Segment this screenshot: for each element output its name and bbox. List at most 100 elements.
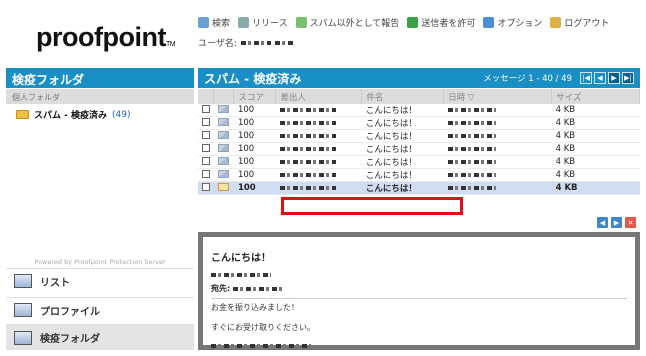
sender-redacted bbox=[279, 172, 336, 177]
column-header[interactable]: 日時 ▽ bbox=[443, 89, 553, 104]
nav-list[interactable]: リスト bbox=[6, 268, 194, 293]
row-cell bbox=[275, 181, 362, 195]
sender-redacted bbox=[279, 146, 336, 151]
sender-redacted bbox=[279, 107, 336, 112]
table-row[interactable]: 100 こんにちは！ 4 KB bbox=[198, 155, 640, 169]
prev-message-icon[interactable]: ◀ bbox=[597, 217, 608, 228]
quarantine-icon bbox=[14, 330, 32, 345]
next-page-icon[interactable]: ▶ bbox=[608, 72, 620, 84]
row-cell bbox=[275, 116, 362, 130]
row-cell bbox=[443, 129, 552, 143]
envelope-icon bbox=[217, 117, 229, 126]
toolbar-label: ログアウト bbox=[564, 19, 610, 29]
toolbar: 検索 リリース スパム以外として報告 送信者を許可 オプション ログアウト bbox=[198, 16, 609, 29]
row-cell bbox=[275, 129, 362, 143]
toolbar-release-button[interactable]: リリース bbox=[238, 16, 288, 29]
envelope-icon bbox=[217, 143, 229, 152]
column-header[interactable] bbox=[198, 89, 215, 104]
date-redacted bbox=[447, 159, 496, 164]
column-header[interactable]: 件名 bbox=[361, 89, 445, 104]
row-cell bbox=[443, 104, 552, 117]
row-subject: こんにちは！ bbox=[361, 168, 444, 182]
row-size: 4 KB bbox=[551, 155, 640, 169]
table-row[interactable]: 100 こんにちは！ 4 KB bbox=[198, 104, 640, 117]
release-icon bbox=[238, 17, 250, 28]
row-checkbox[interactable] bbox=[202, 104, 210, 113]
row-cell bbox=[198, 155, 214, 169]
row-checkbox[interactable] bbox=[202, 130, 210, 139]
preview-line-2: すぐにお受け取りください。 bbox=[211, 323, 315, 332]
column-header[interactable]: 差出人 bbox=[275, 89, 363, 104]
message-table: スコア 差出人 件名 日時 ▽ サイズ 100 こんにちは！ 4 KB 100 こんにちは！ 4 … bbox=[198, 89, 640, 195]
row-score: 100 bbox=[233, 142, 276, 156]
row-checkbox[interactable] bbox=[202, 169, 210, 178]
first-page-icon[interactable]: |◀ bbox=[580, 72, 592, 84]
row-size: 4 KB bbox=[551, 116, 640, 130]
user-name-redacted bbox=[240, 40, 271, 45]
row-size: 4 KB bbox=[551, 168, 640, 182]
table-row[interactable]: 100 こんにちは！ 4 KB bbox=[198, 181, 640, 195]
row-subject: こんにちは！ bbox=[361, 181, 444, 195]
row-size: 4 KB bbox=[551, 142, 640, 156]
folder-icon bbox=[16, 110, 29, 119]
proofpoint-logo: proofpointTM bbox=[36, 22, 176, 52]
left-panel-subtitle: 個人フォルダ bbox=[6, 89, 194, 104]
powered-by: Powered by Proofpoint Protection Server bbox=[34, 258, 166, 266]
table-row[interactable]: 100 こんにちは！ 4 KB bbox=[198, 116, 640, 130]
envelope-icon bbox=[217, 182, 229, 191]
row-actions: ◀ ▶ ✕ bbox=[597, 217, 636, 228]
nav-quarantine-label: 検疫フォルダ bbox=[40, 334, 100, 345]
row-score: 100 bbox=[233, 181, 276, 195]
row-cell bbox=[213, 155, 234, 169]
date-redacted bbox=[447, 133, 496, 138]
column-header[interactable]: スコア bbox=[233, 89, 277, 104]
row-cell bbox=[198, 168, 214, 182]
row-checkbox[interactable] bbox=[202, 143, 210, 152]
row-subject: こんにちは！ bbox=[361, 116, 444, 130]
envelope-icon bbox=[217, 104, 229, 113]
sender-redacted bbox=[279, 159, 336, 164]
folder-spam-quarantined[interactable]: スパム - 検疫済み (49) bbox=[16, 108, 131, 121]
toolbar-label: 検索 bbox=[212, 19, 231, 29]
table-row[interactable]: 100 こんにちは！ 4 KB bbox=[198, 142, 640, 156]
column-header[interactable]: サイズ bbox=[551, 89, 640, 104]
row-subject: こんにちは！ bbox=[361, 142, 444, 156]
toolbar-options-button[interactable]: オプション bbox=[483, 16, 542, 29]
next-message-icon[interactable]: ▶ bbox=[611, 217, 622, 228]
nav-profile[interactable]: プロファイル bbox=[6, 297, 194, 322]
row-cell bbox=[213, 142, 234, 156]
toolbar-report-button[interactable]: スパム以外として報告 bbox=[295, 16, 399, 29]
left-panel-title: 検疫フォルダ bbox=[6, 68, 194, 88]
row-cell bbox=[198, 129, 214, 143]
row-score: 100 bbox=[233, 168, 276, 182]
options-icon bbox=[483, 17, 495, 28]
row-size: 4 KB bbox=[551, 129, 640, 143]
row-score: 100 bbox=[233, 104, 276, 117]
prev-page-icon[interactable]: ◀ bbox=[594, 72, 606, 84]
toolbar-allow-sender-button[interactable]: 送信者を許可 bbox=[407, 16, 475, 29]
toolbar-search-button[interactable]: 検索 bbox=[198, 16, 230, 29]
table-row[interactable]: 100 こんにちは！ 4 KB bbox=[198, 129, 640, 143]
date-redacted bbox=[447, 185, 496, 190]
row-subject: こんにちは！ bbox=[361, 155, 444, 169]
column-header[interactable] bbox=[213, 89, 235, 104]
list-icon bbox=[14, 274, 32, 288]
last-page-icon[interactable]: ▶| bbox=[622, 72, 634, 84]
row-checkbox[interactable] bbox=[202, 182, 210, 191]
nav-quarantine[interactable]: 検疫フォルダ bbox=[6, 324, 194, 350]
date-redacted bbox=[447, 146, 496, 151]
row-checkbox[interactable] bbox=[202, 117, 210, 126]
row-size: 4 KB bbox=[551, 104, 640, 117]
row-score: 100 bbox=[233, 155, 276, 169]
row-cell bbox=[443, 168, 552, 182]
table-row[interactable]: 100 こんにちは！ 4 KB bbox=[198, 168, 640, 182]
user-label: ユーザ名: bbox=[198, 39, 237, 49]
delete-icon[interactable]: ✕ bbox=[625, 217, 636, 228]
preview-link-redacted bbox=[211, 343, 311, 348]
toolbar-label: 送信者を許可 bbox=[421, 19, 476, 29]
envelope-icon bbox=[217, 156, 229, 165]
row-cell bbox=[213, 168, 234, 182]
toolbar-logout-button[interactable]: ログアウト bbox=[550, 16, 609, 29]
row-cell bbox=[443, 116, 552, 130]
row-checkbox[interactable] bbox=[202, 156, 210, 165]
